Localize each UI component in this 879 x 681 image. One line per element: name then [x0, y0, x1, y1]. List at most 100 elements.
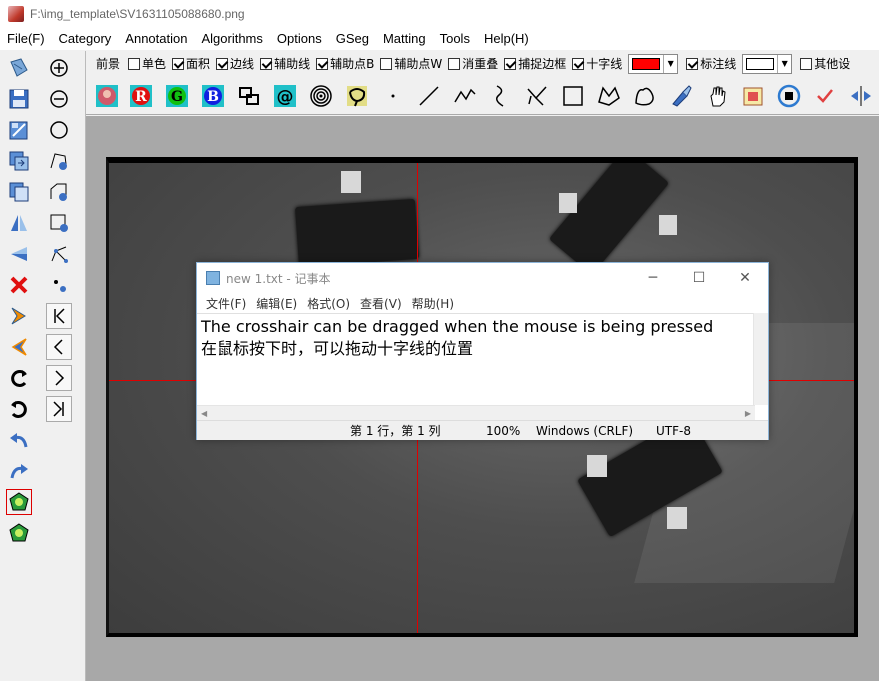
checkbox[interactable]	[686, 57, 699, 70]
previous-icon[interactable]	[6, 334, 32, 360]
undo-loop-icon[interactable]	[6, 396, 32, 422]
menu-algorithms[interactable]: Algorithms	[194, 28, 269, 50]
fill-icon[interactable]	[738, 81, 768, 111]
notepad-menu-file[interactable]: 文件(F)	[201, 295, 251, 312]
notepad-menu-view[interactable]: 查看(V)	[355, 295, 407, 312]
shape-add-icon[interactable]	[46, 179, 72, 205]
option-crosshair[interactable]: 十字线	[572, 55, 622, 72]
horizontal-scrollbar[interactable]: ◀ ▶	[197, 405, 755, 420]
link-icon[interactable]	[234, 81, 264, 111]
rings-icon[interactable]	[306, 81, 336, 111]
checkbox[interactable]	[260, 57, 273, 70]
fit-icon[interactable]	[46, 117, 72, 143]
import-icon[interactable]	[6, 148, 32, 174]
point-add-icon[interactable]	[46, 272, 72, 298]
last-icon[interactable]	[46, 396, 72, 422]
at-icon[interactable]: @	[270, 81, 300, 111]
notepad-menu-edit[interactable]: 编辑(E)	[251, 295, 302, 312]
option-aux-line[interactable]: 辅助线	[260, 55, 310, 72]
close-icon[interactable]: ✕	[722, 263, 768, 293]
chevron-left-icon[interactable]: ◀	[201, 409, 207, 418]
vertex-edit-icon[interactable]	[46, 241, 72, 267]
freehand-polygon-icon[interactable]	[630, 81, 660, 111]
checkbox[interactable]	[504, 57, 517, 70]
menu-options[interactable]: Options	[270, 28, 329, 50]
first-icon[interactable]	[46, 303, 72, 329]
line-icon[interactable]	[414, 81, 444, 111]
prev-icon[interactable]	[46, 334, 72, 360]
chevron-down-icon[interactable]: ▼	[777, 54, 791, 73]
option-label-line[interactable]: 标注线	[686, 55, 736, 72]
notepad-text-area[interactable]: The crosshair can be dragged when the mo…	[197, 313, 755, 405]
option-single-color[interactable]: 单色	[128, 55, 166, 72]
next-icon[interactable]	[6, 303, 32, 329]
lasso-icon[interactable]	[342, 81, 372, 111]
flip-vertical-icon[interactable]	[6, 241, 32, 267]
check-icon[interactable]	[810, 81, 840, 111]
checkbox[interactable]	[172, 57, 185, 70]
crosshair-color-picker[interactable]: ▼	[628, 53, 679, 74]
zoom-in-icon[interactable]	[46, 55, 72, 81]
vertical-scrollbar[interactable]	[753, 313, 768, 405]
checkbox[interactable]	[316, 57, 329, 70]
menu-help[interactable]: Help(H)	[477, 28, 536, 50]
next-arrow-icon[interactable]	[46, 365, 72, 391]
polyline-icon[interactable]	[450, 81, 480, 111]
notepad-menu-format[interactable]: 格式(O)	[302, 295, 355, 312]
delete-icon[interactable]	[6, 272, 32, 298]
chevron-right-icon[interactable]: ▶	[745, 409, 751, 418]
menu-gseg[interactable]: GSeg	[329, 28, 376, 50]
save-icon[interactable]	[6, 86, 32, 112]
flip-horizontal-icon[interactable]	[6, 210, 32, 236]
menu-matting[interactable]: Matting	[376, 28, 433, 50]
checkbox[interactable]	[380, 57, 393, 70]
split-icon[interactable]	[846, 81, 876, 111]
point-icon[interactable]	[378, 81, 408, 111]
notepad-title-bar[interactable]: new 1.txt - 记事本 ─ ☐ ✕	[197, 263, 768, 293]
brush-icon[interactable]	[666, 81, 696, 111]
red-r-icon[interactable]: R	[126, 81, 156, 111]
menu-category[interactable]: Category	[52, 28, 119, 50]
menu-tools[interactable]: Tools	[433, 28, 477, 50]
chevron-down-icon[interactable]: ▼	[663, 54, 677, 73]
notepad-menu-help[interactable]: 帮助(H)	[407, 295, 459, 312]
option-remove-overlap[interactable]: 消重叠	[448, 55, 498, 72]
checkbox[interactable]	[448, 57, 461, 70]
redo-loop-icon[interactable]	[6, 365, 32, 391]
hand-icon[interactable]	[702, 81, 732, 111]
label-line-color-picker[interactable]: ▼	[742, 53, 793, 74]
menu-file[interactable]: File(F)	[0, 28, 52, 50]
checkbox[interactable]	[128, 57, 141, 70]
cut-icon[interactable]	[522, 81, 552, 111]
edit-image-icon[interactable]	[6, 117, 32, 143]
option-aux-point-b[interactable]: 辅助点B	[316, 55, 374, 72]
option-area[interactable]: 面积	[172, 55, 210, 72]
polygon-icon[interactable]	[594, 81, 624, 111]
rect-add-icon[interactable]	[46, 210, 72, 236]
checkbox[interactable]	[800, 57, 813, 70]
option-aux-point-w[interactable]: 辅助点W	[380, 55, 442, 72]
minimize-icon[interactable]: ─	[630, 263, 676, 293]
checkbox[interactable]	[572, 57, 585, 70]
menu-annotation[interactable]: Annotation	[118, 28, 194, 50]
app-icon	[8, 6, 24, 22]
green-g-icon[interactable]: G	[162, 81, 192, 111]
redo-icon[interactable]	[6, 458, 32, 484]
segment-tool-alt-icon[interactable]	[6, 520, 32, 546]
open-icon[interactable]	[6, 55, 32, 81]
rectangle-icon[interactable]	[558, 81, 588, 111]
option-other-settings[interactable]: 其他设	[800, 55, 850, 72]
target-icon[interactable]	[774, 81, 804, 111]
image-icon[interactable]	[92, 81, 122, 111]
undo-icon[interactable]	[6, 427, 32, 453]
checkbox[interactable]	[216, 57, 229, 70]
freehand-icon[interactable]	[486, 81, 516, 111]
maximize-icon[interactable]: ☐	[676, 263, 722, 293]
blue-b-icon[interactable]: B	[198, 81, 228, 111]
polygon-add-icon[interactable]	[46, 148, 72, 174]
copy-icon[interactable]	[6, 179, 32, 205]
zoom-out-icon[interactable]	[46, 86, 72, 112]
segment-tool-icon[interactable]	[6, 489, 32, 515]
option-edge[interactable]: 边线	[216, 55, 254, 72]
option-snap-border[interactable]: 捕捉边框	[504, 55, 566, 72]
